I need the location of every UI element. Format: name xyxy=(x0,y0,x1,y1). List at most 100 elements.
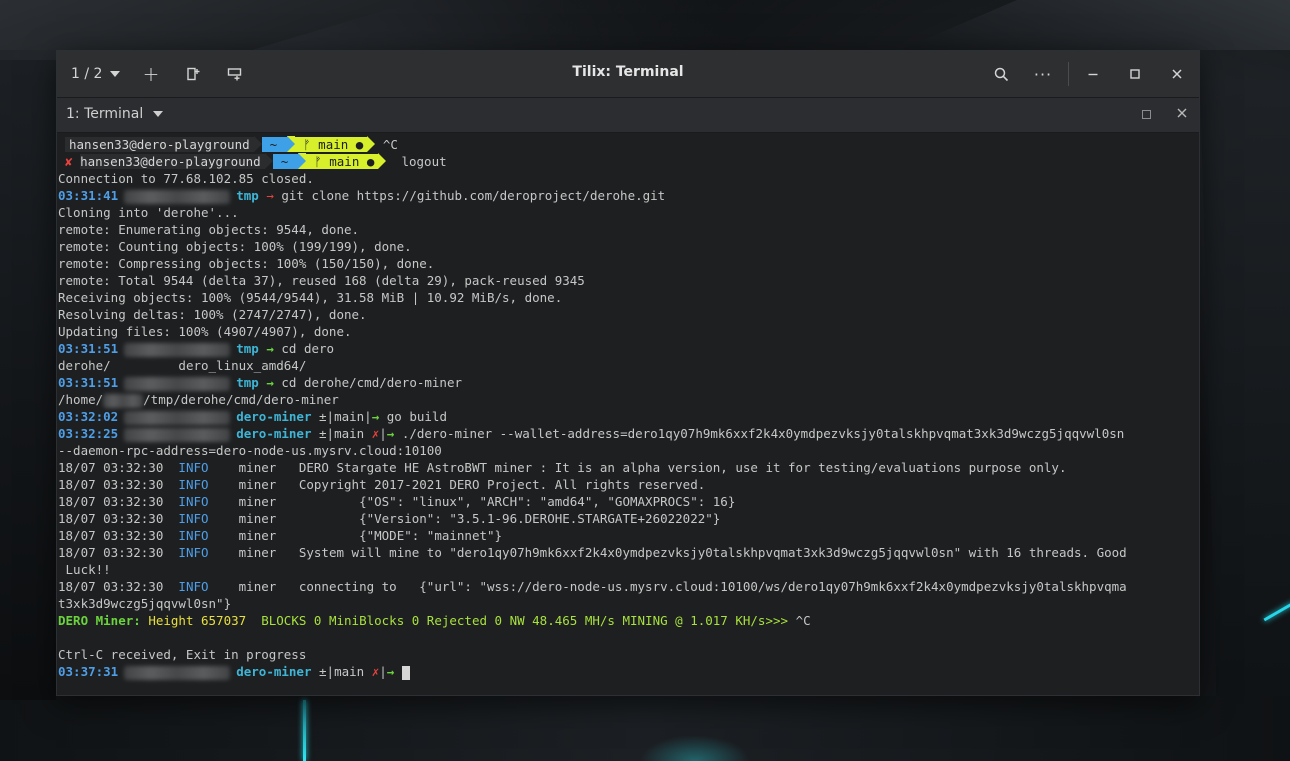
redacted-host xyxy=(124,665,231,680)
log-line: 18/07 03:32:30 INFO miner Copyright 2017… xyxy=(57,476,1199,493)
maximize-icon xyxy=(1130,69,1140,79)
log-line: t3xk3d9wczg5jqqvwl0sn"} xyxy=(57,595,1199,612)
miner-stats: BLOCKS 0 MiniBlocks 0 Rejected 0 NW 48.4… xyxy=(261,613,789,628)
close-icon xyxy=(1172,69,1182,79)
log-source: miner xyxy=(238,579,277,594)
terminal-line: 03:32:25 dero-miner ±|main ✗|→ ./dero-min… xyxy=(57,425,1199,442)
command-text: ^C xyxy=(382,137,398,152)
search-icon xyxy=(994,67,1008,81)
tilix-window: 1 / 2 + Tilix: Terminal ··· 1: Terminal … xyxy=(56,50,1200,696)
log-source: miner xyxy=(238,511,277,526)
terminal-output[interactable]: hansen33@dero-playground ~ ᚠ main ● ^C ✘ h… xyxy=(57,133,1199,695)
log-timestamp: 18/07 03:32:30 xyxy=(58,545,164,560)
close-terminal-button[interactable] xyxy=(1174,105,1190,121)
powerline-separator xyxy=(253,136,262,152)
powerline-separator xyxy=(264,153,273,169)
prompt-arrow: → xyxy=(371,409,380,424)
log-source: miner xyxy=(238,460,277,475)
prompt-arrow: → xyxy=(266,375,274,390)
command-text: git clone https://github.com/deroproject… xyxy=(281,188,666,203)
wallpaper-glow-line xyxy=(303,700,306,761)
more-horizontal-icon: ··· xyxy=(1033,64,1053,84)
terminal-line: remote: Counting objects: 100% (199/199)… xyxy=(58,239,412,254)
prompt-time: 03:32:02 xyxy=(58,409,119,424)
terminal-title-menu[interactable]: 1: Terminal xyxy=(66,106,164,122)
terminal-line: ✘ hansen33@dero-playground ~ ᚠ main ● logo… xyxy=(57,153,1199,170)
prompt-dir: ~ xyxy=(261,137,288,152)
prompt-arrow: → xyxy=(386,426,395,441)
path-text: /tmp/derohe/cmd/dero-miner xyxy=(143,392,339,407)
command-text: cd dero xyxy=(281,341,335,356)
menu-button[interactable]: ··· xyxy=(1029,62,1057,86)
log-line: Luck!! xyxy=(57,561,1199,578)
command-text: go build xyxy=(386,409,447,424)
terminal-line: Cloning into 'derohe'... xyxy=(58,205,239,220)
titlebar-divider xyxy=(1068,62,1069,86)
terminal-line: 03:31:41 tmp → git clone https://github.c… xyxy=(57,187,1199,204)
prompt-dir: dero-miner xyxy=(236,409,312,424)
minimize-icon xyxy=(1088,73,1098,76)
log-message: {"Version": "3.5.1-96.DEROHE.STARGATE+26… xyxy=(298,511,721,526)
prompt-git: ±|main xyxy=(319,664,372,679)
maximize-button[interactable] xyxy=(1121,62,1149,86)
prompt-git: | xyxy=(379,426,387,441)
prompt-dir: tmp xyxy=(236,341,259,356)
prompt-dir: dero-miner xyxy=(236,426,312,441)
close-window-button[interactable] xyxy=(1163,62,1191,86)
log-message: t3xk3d9wczg5jqqvwl0sn"} xyxy=(58,596,232,611)
prompt-time: 03:31:51 xyxy=(58,375,119,390)
log-source: miner xyxy=(238,528,277,543)
log-timestamp: 18/07 03:32:30 xyxy=(58,477,164,492)
prompt-user: hansen33@dero-playground xyxy=(80,154,265,169)
log-timestamp: 18/07 03:32:30 xyxy=(58,528,164,543)
prompt-git: ±|main| xyxy=(319,409,372,424)
prompt-git: ±|main xyxy=(319,426,372,441)
log-message: Luck!! xyxy=(65,562,111,577)
powerline-separator xyxy=(367,136,376,152)
maximize-terminal-icon[interactable] xyxy=(1142,110,1151,119)
prompt-time: 03:32:25 xyxy=(58,426,119,441)
log-timestamp: 18/07 03:32:30 xyxy=(58,511,164,526)
log-line: 18/07 03:32:30 INFO miner {"MODE": "main… xyxy=(57,527,1199,544)
prompt-dir: ~ xyxy=(272,154,299,169)
log-source: miner xyxy=(238,494,277,509)
terminal-line: remote: Compressing objects: 100% (150/1… xyxy=(58,256,435,271)
prompt-arrow: → xyxy=(386,664,395,679)
log-level: INFO xyxy=(178,579,209,594)
close-icon xyxy=(1177,108,1187,118)
terminal-line: Ctrl-C received, Exit in progress xyxy=(58,647,307,662)
terminal-line: remote: Enumerating objects: 9544, done. xyxy=(58,222,360,237)
log-message: DERO Stargate HE AstroBWT miner : It is … xyxy=(298,460,1067,475)
miner-ctrl-c: ^C xyxy=(795,613,811,628)
minimize-button[interactable] xyxy=(1079,62,1107,86)
prompt-user: hansen33@dero-playground xyxy=(65,137,254,152)
prompt-time: 03:37:31 xyxy=(58,664,119,679)
terminal-line: Resolving deltas: 100% (2747/2747), done… xyxy=(58,307,367,322)
prompt-arrow: → xyxy=(266,341,274,356)
log-message: {"OS": "linux", "ARCH": "amd64", "GOMAXP… xyxy=(298,494,736,509)
text-cursor[interactable] xyxy=(401,665,410,680)
terminal-line: /home/ /tmp/derohe/cmd/dero-miner xyxy=(57,391,1199,408)
wallpaper-glow xyxy=(640,735,750,761)
log-line: 18/07 03:32:30 INFO miner System will mi… xyxy=(57,544,1199,561)
find-button[interactable] xyxy=(987,62,1015,86)
wallpaper-facet xyxy=(0,60,56,700)
prompt-git: | xyxy=(379,664,387,679)
path-text: /home/ xyxy=(58,392,104,407)
log-level: INFO xyxy=(178,494,209,509)
redacted-host xyxy=(124,410,231,425)
prompt-time: 03:31:41 xyxy=(58,188,119,203)
log-message: connecting to {"url": "wss://dero-node-u… xyxy=(298,579,1127,594)
log-level: INFO xyxy=(178,528,209,543)
prompt-time: 03:31:51 xyxy=(58,341,119,356)
log-level: INFO xyxy=(178,511,209,526)
listing-entry: dero_linux_amd64/ xyxy=(178,358,307,373)
error-mark: ✘ xyxy=(65,154,73,169)
listing-entry: derohe/ xyxy=(58,358,111,373)
terminal-line: 03:32:02 dero-miner ±|main|→ go build xyxy=(57,408,1199,425)
log-source: miner xyxy=(238,477,277,492)
redacted-host xyxy=(124,189,231,204)
log-line: 18/07 03:32:30 INFO miner connecting to … xyxy=(57,578,1199,595)
log-message: System will mine to "dero1qy07h9mk6xxf2k… xyxy=(298,545,1127,560)
prompt-dir: tmp xyxy=(236,375,259,390)
